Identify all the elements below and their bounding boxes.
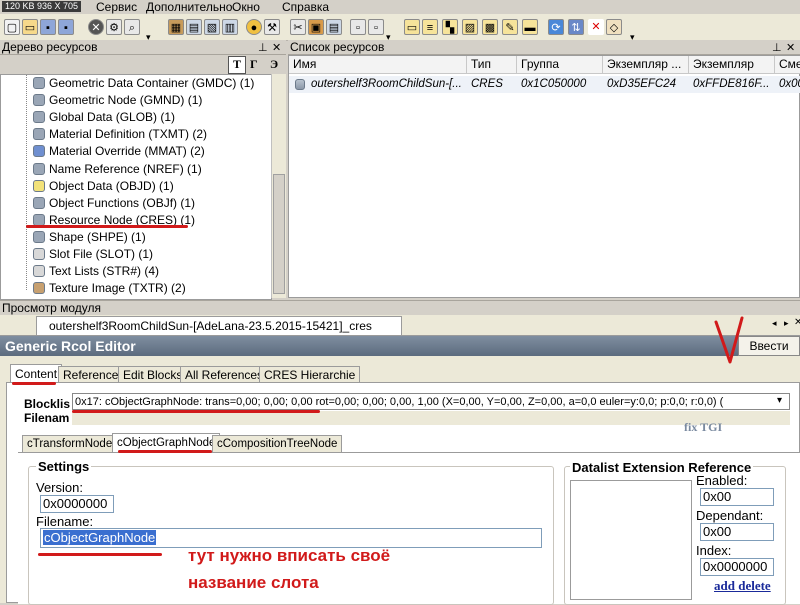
annotation-checkmark bbox=[714, 316, 744, 364]
annotation-text-line2: название слота bbox=[188, 573, 319, 592]
annotation-text-line1: тут нужно вписать своё bbox=[188, 546, 391, 565]
